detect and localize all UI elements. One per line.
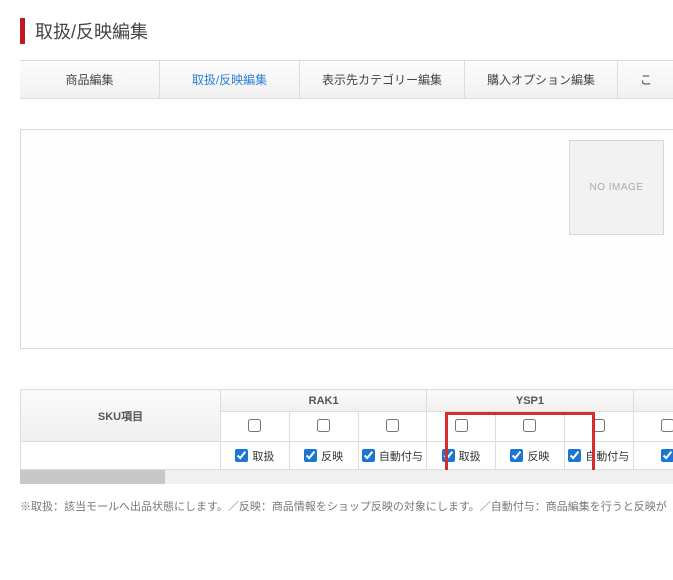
group-header-rak1: RAK1 [221,390,427,412]
sku-header-cell: SKU項目 [21,390,221,442]
group-header-extra [633,390,673,412]
rak1-col2-master-checkbox[interactable] [317,419,330,432]
product-info-panel: NO IMAGE 登録日時 [20,129,673,349]
tab-handling-reflect[interactable]: 取扱/反映編集 [160,61,300,98]
tab-purchase-option[interactable]: 購入オプション編集 [465,61,618,98]
tab-category-edit[interactable]: 表示先カテゴリー編集 [300,61,465,98]
tab-bar: 商品編集 取扱/反映編集 表示先カテゴリー編集 購入オプション編集 こ [20,60,673,99]
extra-handling-checkbox[interactable] [661,449,673,462]
tab-product-edit[interactable]: 商品編集 [20,61,160,98]
sku-table: SKU項目 RAK1 YSP1 取扱 反映 自動付与 取扱 反映 自動付与 [20,389,673,470]
rak1-handling-checkbox[interactable] [235,449,248,462]
ysp1-handling-label: 取扱 [459,448,481,464]
rak1-reflect-checkbox[interactable] [304,449,317,462]
ysp1-auto-label: 自動付与 [585,448,629,464]
ysp1-auto-checkbox[interactable] [568,449,581,462]
ysp1-col2-master-checkbox[interactable] [523,419,536,432]
rak1-auto-checkbox[interactable] [362,449,375,462]
footer-note: ※取扱：該当モールへ出品状態にします。／反映：商品情報をショップ反映の対象にしま… [20,498,673,514]
horizontal-scrollbar-track[interactable] [20,470,673,484]
sku-table-wrapper: SKU項目 RAK1 YSP1 取扱 反映 自動付与 取扱 反映 自動付与 [20,389,673,470]
group-header-ysp1: YSP1 [427,390,633,412]
rak1-handling-label: 取扱 [252,448,274,464]
rak1-col3-master-checkbox[interactable] [386,419,399,432]
no-image-placeholder: NO IMAGE [569,140,664,235]
rak1-auto-label: 自動付与 [379,448,423,464]
ysp1-reflect-checkbox[interactable] [510,449,523,462]
tab-partial[interactable]: こ [618,61,673,98]
header-accent-bar [20,18,25,44]
rak1-col1-master-checkbox[interactable] [248,419,261,432]
ysp1-reflect-label: 反映 [527,448,549,464]
rak1-reflect-label: 反映 [321,448,343,464]
horizontal-scrollbar-thumb[interactable] [20,470,165,484]
sku-empty-cell [21,442,221,470]
ysp1-col1-master-checkbox[interactable] [455,419,468,432]
ysp1-handling-checkbox[interactable] [442,449,455,462]
ysp1-col3-master-checkbox[interactable] [592,419,605,432]
page-title: 取扱/反映編集 [35,18,148,44]
extra-col1-master-checkbox[interactable] [661,419,673,432]
